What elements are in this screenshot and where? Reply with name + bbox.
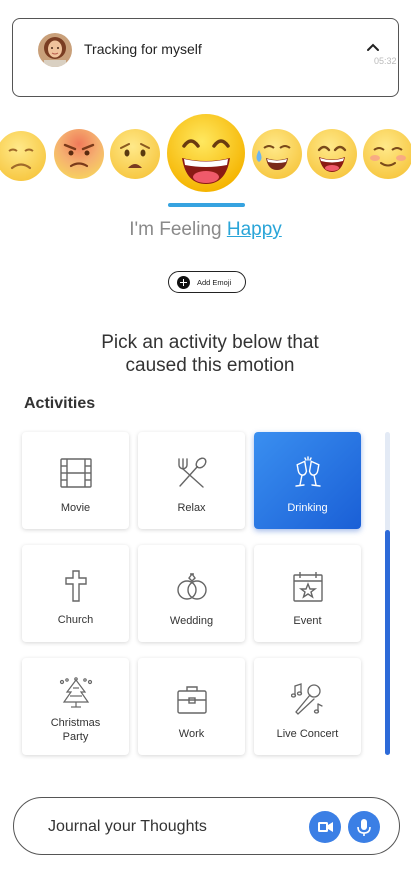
microphone-notes-icon [291, 683, 323, 715]
activity-label: Live Concert [276, 728, 339, 740]
grin-emoji[interactable] [306, 128, 358, 180]
activity-tile-christmas-party[interactable]: Christmas Party [22, 658, 129, 755]
add-emoji-button[interactable]: Add Emoji [168, 271, 246, 293]
microphone-icon [357, 819, 371, 836]
film-icon [60, 458, 92, 488]
briefcase-icon [177, 686, 207, 714]
activity-label: Work [178, 728, 205, 740]
calendar-star-icon [293, 572, 323, 602]
angry-emoji[interactable] [53, 128, 105, 180]
christmas-tree-icon [59, 677, 93, 708]
activity-label: Movie [60, 502, 91, 514]
plus-icon [177, 275, 190, 289]
champagne-icon [295, 456, 321, 487]
activity-label: Christmas [50, 717, 101, 729]
cross-icon [65, 570, 87, 602]
selected-emoji-indicator [168, 203, 245, 207]
activity-tile-drinking[interactable]: Drinking [254, 432, 361, 529]
utensils-icon [178, 457, 207, 488]
avatar [38, 33, 72, 67]
activity-label: Church [57, 614, 94, 626]
activity-label: Event [293, 615, 322, 627]
feeling-mood-link[interactable]: Happy [227, 219, 282, 240]
activity-tile-church[interactable]: Church [22, 545, 129, 642]
activity-label: Wedding [169, 615, 214, 627]
frown-emoji[interactable] [0, 130, 47, 182]
happy-emoji[interactable] [166, 112, 246, 196]
journal-placeholder: Journal your Thoughts [48, 818, 207, 835]
scrollbar-thumb[interactable] [385, 530, 390, 755]
emoji-picker [0, 112, 411, 212]
activity-tile-wedding[interactable]: Wedding [138, 545, 245, 642]
activity-prompt-line2: caused this emotion [125, 355, 295, 376]
activity-tile-relax[interactable]: Relax [138, 432, 245, 529]
microphone-button[interactable] [348, 811, 380, 843]
activity-prompt: Pick an activity below that caused this … [60, 331, 360, 377]
blush-emoji[interactable] [362, 128, 411, 180]
chevron-up-icon[interactable] [366, 41, 380, 55]
tracking-selector[interactable]: Tracking for myself 05:32 [12, 18, 399, 97]
feeling-text: I'm Feeling Happy [0, 219, 411, 241]
add-emoji-label: Add Emoji [197, 277, 232, 287]
activity-prompt-line1: Pick an activity below that [101, 332, 319, 353]
activity-label-line2: Party [62, 731, 89, 743]
activity-label: Relax [177, 502, 206, 514]
camera-button[interactable] [309, 811, 341, 843]
sweat-smile-emoji[interactable] [251, 128, 303, 180]
activity-label: Drinking [287, 502, 328, 514]
activity-tile-event[interactable]: Event [254, 545, 361, 642]
journal-input[interactable]: Journal your Thoughts [13, 797, 400, 855]
tracking-label: Tracking for myself [84, 41, 202, 57]
rings-icon [177, 572, 207, 600]
activity-tile-work[interactable]: Work [138, 658, 245, 755]
activity-tile-live-concert[interactable]: Live Concert [254, 658, 361, 755]
activities-heading: Activities [24, 395, 96, 412]
video-camera-icon [318, 822, 333, 832]
feeling-prefix: I'm Feeling [129, 219, 222, 240]
timestamp: 05:32 [374, 56, 397, 66]
activity-tile-movie[interactable]: Movie [22, 432, 129, 529]
worried-emoji[interactable] [109, 128, 161, 180]
